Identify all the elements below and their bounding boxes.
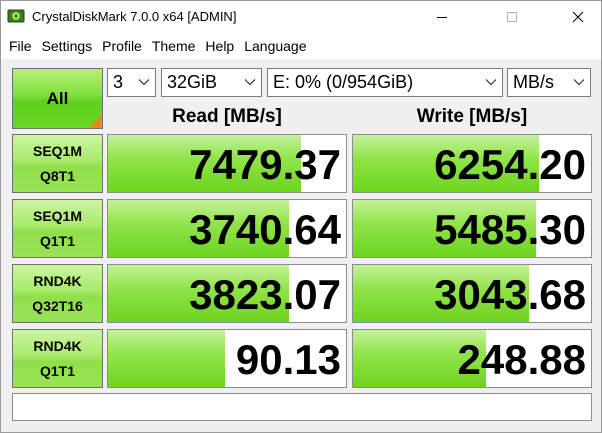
test-button-line1: SEQ1M <box>32 142 82 159</box>
chevron-down-icon <box>573 79 585 86</box>
test-count-value: 3 <box>113 72 124 92</box>
read-column-header: Read [MB/s] <box>172 106 282 127</box>
drive-value: E: 0% (0/954GiB) <box>273 72 414 92</box>
menu-language[interactable]: Language <box>239 35 311 57</box>
read-result-value: 3823.07 <box>189 271 341 318</box>
chevron-down-icon <box>244 79 256 86</box>
test-button-seq1m-q8t1[interactable]: SEQ1M Q8T1 <box>12 134 103 193</box>
test-button-rnd4k-q32t16[interactable]: RND4K Q32T16 <box>12 264 103 323</box>
write-result-value: 6254.20 <box>434 141 586 188</box>
menu-profile[interactable]: Profile <box>97 35 147 57</box>
write-result: 5485.30 <box>352 199 592 258</box>
read-result-value: 90.13 <box>235 336 341 383</box>
all-button-corner-marker <box>90 116 101 127</box>
write-result-value: 5485.30 <box>434 206 586 253</box>
test-button-seq1m-q1t1[interactable]: SEQ1M Q1T1 <box>12 199 103 258</box>
read-result: 7479.37 <box>107 134 347 193</box>
maximize-icon <box>507 12 517 22</box>
menu-settings[interactable]: Settings <box>37 35 98 57</box>
title-bar[interactable]: CrystalDiskMark 7.0.0 x64 [ADMIN] <box>1 1 601 33</box>
all-button-label: All <box>46 88 69 108</box>
test-button-line2: Q1T1 <box>39 232 75 249</box>
read-result: 90.13 <box>107 329 347 388</box>
menu-help[interactable]: Help <box>200 35 239 57</box>
write-column-header: Write [MB/s] <box>416 106 528 127</box>
test-size-select[interactable]: 32GiB <box>161 68 262 97</box>
minimize-button[interactable] <box>419 1 465 33</box>
window-title: CrystalDiskMark 7.0.0 x64 [ADMIN] <box>32 9 237 24</box>
minimize-icon <box>437 17 447 18</box>
read-result-bar <box>108 330 225 387</box>
chevron-down-icon <box>485 79 497 86</box>
close-button[interactable] <box>555 1 601 33</box>
write-result: 6254.20 <box>352 134 592 193</box>
crystaldiskmark-icon <box>7 9 25 23</box>
unit-value: MB/s <box>513 72 555 92</box>
comment-field[interactable] <box>12 393 592 421</box>
test-count-select[interactable]: 3 <box>107 68 156 97</box>
test-button-line2: Q32T16 <box>32 297 83 314</box>
test-button-line1: SEQ1M <box>32 207 82 224</box>
menu-bar: File Settings Profile Theme Help Languag… <box>1 33 601 59</box>
close-icon <box>572 11 584 23</box>
write-result: 3043.68 <box>352 264 592 323</box>
read-result-value: 3740.64 <box>189 206 341 253</box>
maximize-button[interactable] <box>489 1 535 33</box>
read-result: 3740.64 <box>107 199 347 258</box>
all-button[interactable]: All <box>12 68 103 129</box>
read-result-value: 7479.37 <box>189 141 341 188</box>
test-button-line2: Q1T1 <box>39 362 75 379</box>
app-window: CrystalDiskMark 7.0.0 x64 [ADMIN] File S… <box>0 0 602 433</box>
chevron-down-icon <box>138 79 150 86</box>
test-button-line1: RND4K <box>33 337 82 354</box>
write-result: 248.88 <box>352 329 592 388</box>
unit-select[interactable]: MB/s <box>507 68 591 97</box>
test-button-rnd4k-q1t1[interactable]: RND4K Q1T1 <box>12 329 103 388</box>
test-size-value: 32GiB <box>167 72 218 92</box>
menu-file[interactable]: File <box>4 35 37 57</box>
test-button-line2: Q8T1 <box>39 167 75 184</box>
read-result: 3823.07 <box>107 264 347 323</box>
test-button-line1: RND4K <box>33 272 82 289</box>
menu-theme[interactable]: Theme <box>147 35 201 57</box>
main-panel: All 3 32GiB E: 0% (0/954GiB) MB/s Read [… <box>2 59 601 432</box>
write-result-value: 248.88 <box>457 336 586 383</box>
drive-select[interactable]: E: 0% (0/954GiB) <box>267 68 503 97</box>
write-result-value: 3043.68 <box>434 271 586 318</box>
